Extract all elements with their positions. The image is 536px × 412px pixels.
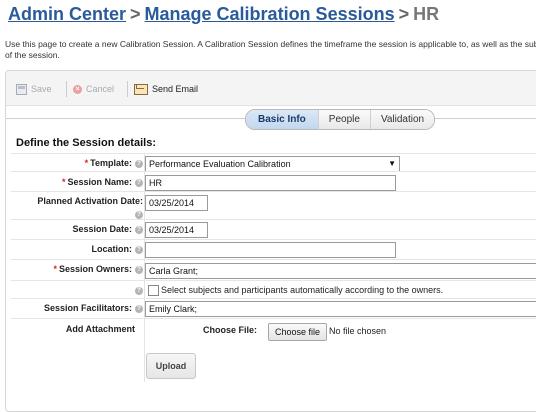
location-row: Location:?: [11, 239, 536, 260]
mail-icon: [134, 83, 148, 95]
session-facilitators-input[interactable]: Emily Clark;: [145, 301, 536, 317]
session-panel: Save × Cancel Send Email Basic Info Peop…: [5, 70, 536, 412]
template-select[interactable]: Performance Evaluation Calibration ▼: [145, 156, 400, 172]
help-icon[interactable]: ?: [135, 160, 143, 168]
session-date-label: Session Date:?: [11, 223, 143, 236]
session-owners-input[interactable]: Carla Grant;: [145, 263, 536, 279]
send-email-button[interactable]: Send Email: [134, 82, 198, 96]
required-star: *: [53, 264, 57, 274]
cancel-button[interactable]: × Cancel: [73, 82, 114, 96]
tab-basic-info[interactable]: Basic Info: [246, 110, 318, 129]
session-date-input[interactable]: 03/25/2014: [145, 222, 208, 238]
auto-select-row: ? Select subjects and participants autom…: [11, 280, 536, 299]
cancel-icon: ×: [73, 84, 82, 94]
auto-select-label: Select subjects and participants automat…: [161, 285, 444, 295]
planned-activation-date-row: Planned Activation Date:? 03/25/2014: [11, 191, 536, 220]
planned-activation-date-input[interactable]: 03/25/2014: [145, 195, 208, 211]
session-name-input[interactable]: HR: [145, 175, 396, 191]
breadcrumb-separator: >: [130, 4, 141, 24]
template-row: * Template:? Performance Evaluation Calib…: [11, 153, 536, 172]
page-description: Use this page to create a new Calibratio…: [5, 39, 536, 60]
session-name-label: * Session Name:?: [11, 176, 143, 189]
template-selected-value: Performance Evaluation Calibration: [149, 159, 291, 169]
choose-file-button[interactable]: Choose file: [268, 323, 328, 341]
upload-button[interactable]: Upload: [146, 353, 196, 379]
save-button[interactable]: Save: [16, 82, 52, 96]
breadcrumb-admin-center-link[interactable]: Admin Center: [8, 4, 126, 24]
auto-select-help: ?: [11, 284, 143, 297]
required-star: *: [61, 177, 66, 187]
choose-file-label: Choose File:: [203, 325, 258, 335]
help-icon[interactable]: ?: [135, 305, 143, 313]
help-icon[interactable]: ?: [135, 266, 143, 274]
column-divider: [144, 281, 145, 299]
auto-select-checkbox[interactable]: [148, 285, 159, 296]
tab-validation[interactable]: Validation: [369, 110, 435, 129]
help-icon[interactable]: ?: [135, 246, 143, 254]
help-icon[interactable]: ?: [135, 226, 143, 234]
breadcrumb-current: HR: [413, 4, 440, 24]
tab-bar: Basic Info People Validation: [245, 109, 436, 130]
send-email-label: Send Email: [152, 84, 199, 94]
help-icon[interactable]: ?: [135, 211, 143, 219]
dropdown-arrow-icon: ▼: [388, 159, 396, 168]
required-star: *: [84, 158, 89, 168]
add-attachment-row: Add Attachment Choose File: Choose file …: [11, 318, 536, 382]
column-divider: [144, 319, 145, 382]
planned-activation-date-label: Planned Activation Date:?: [37, 196, 143, 219]
session-facilitators-row: Session Facilitators:? Emily Clark;: [11, 298, 536, 319]
toolbar-divider: [66, 81, 67, 97]
section-title: Define the Session details:: [16, 137, 156, 149]
breadcrumb-separator: >: [398, 4, 410, 24]
help-icon[interactable]: ?: [135, 179, 143, 187]
session-owners-row: * Session Owners:? Carla Grant;: [11, 259, 536, 281]
location-input[interactable]: [145, 242, 396, 258]
save-label: Save: [31, 84, 52, 94]
breadcrumb: Admin Center > Manage Calibration Sessions…: [8, 4, 439, 25]
cancel-label: Cancel: [86, 84, 115, 94]
add-attachment-label: Add Attachment: [65, 324, 135, 334]
session-owners-label: * Session Owners:?: [11, 263, 143, 276]
help-icon[interactable]: ?: [135, 287, 143, 295]
template-label: * Template:?: [11, 157, 143, 170]
no-file-chosen-text: No file chosen: [329, 326, 387, 336]
session-facilitators-label: Session Facilitators:?: [11, 302, 143, 315]
save-icon: [16, 83, 27, 95]
toolbar-divider: [127, 81, 128, 97]
location-label: Location:?: [11, 243, 143, 256]
tab-people[interactable]: People: [317, 110, 370, 129]
session-date-row: Session Date:? 03/25/2014: [11, 219, 536, 240]
session-name-row: * Session Name:? HR: [11, 171, 536, 192]
breadcrumb-manage-sessions-link[interactable]: Manage Calibration Sessions: [145, 4, 395, 24]
toolbar: Save × Cancel Send Email: [6, 71, 536, 106]
